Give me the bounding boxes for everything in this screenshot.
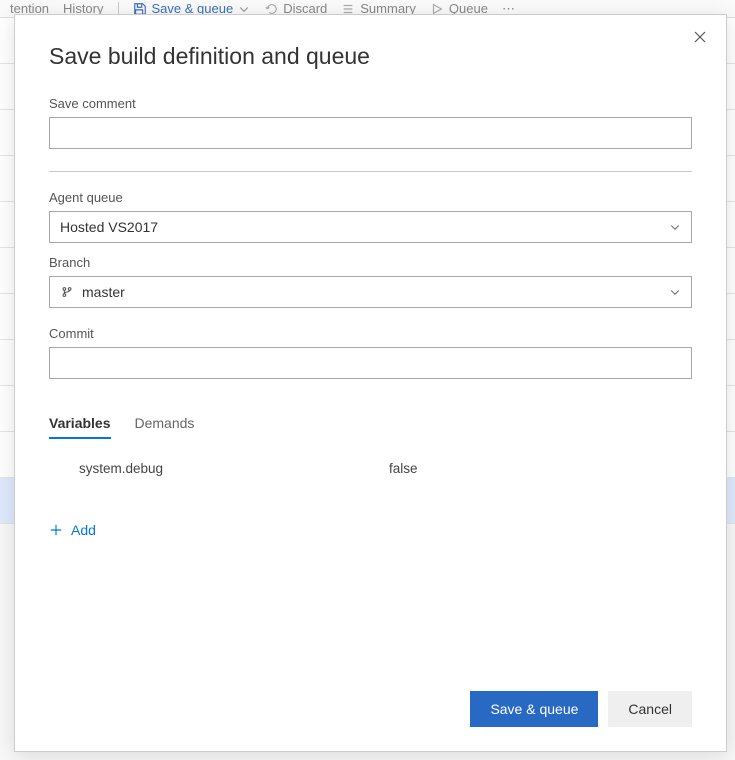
variable-value: false xyxy=(389,461,418,476)
variable-row[interactable]: system.debug false xyxy=(49,453,692,484)
chevron-down-icon xyxy=(669,286,681,298)
close-icon xyxy=(692,29,708,45)
save-queue-dialog: Save build definition and queue Save com… xyxy=(14,14,727,752)
plus-icon xyxy=(49,523,63,537)
branch-select[interactable]: master xyxy=(49,276,692,308)
dialog-title: Save build definition and queue xyxy=(49,43,692,70)
close-button[interactable] xyxy=(692,29,708,45)
tab-variables[interactable]: Variables xyxy=(49,415,111,439)
section-divider xyxy=(49,171,692,172)
cancel-button[interactable]: Cancel xyxy=(608,691,692,727)
branch-value: master xyxy=(82,284,125,300)
branch-icon xyxy=(60,285,74,299)
variable-name: system.debug xyxy=(79,461,389,476)
chevron-down-icon xyxy=(238,3,250,15)
add-label: Add xyxy=(71,522,96,538)
agent-queue-value: Hosted VS2017 xyxy=(60,219,158,235)
branch-label: Branch xyxy=(49,255,692,270)
agent-queue-select[interactable]: Hosted VS2017 xyxy=(49,211,692,243)
tabs: Variables Demands xyxy=(49,415,692,439)
agent-queue-label: Agent queue xyxy=(49,190,692,205)
commit-label: Commit xyxy=(49,326,692,341)
commit-input[interactable] xyxy=(49,347,692,379)
save-comment-input[interactable] xyxy=(49,117,692,149)
dialog-footer: Save & queue Cancel xyxy=(49,691,692,727)
save-queue-button[interactable]: Save & queue xyxy=(470,691,598,727)
tab-demands[interactable]: Demands xyxy=(135,415,195,439)
chevron-down-icon xyxy=(669,221,681,233)
save-comment-label: Save comment xyxy=(49,96,692,111)
add-variable-link[interactable]: Add xyxy=(49,522,692,538)
